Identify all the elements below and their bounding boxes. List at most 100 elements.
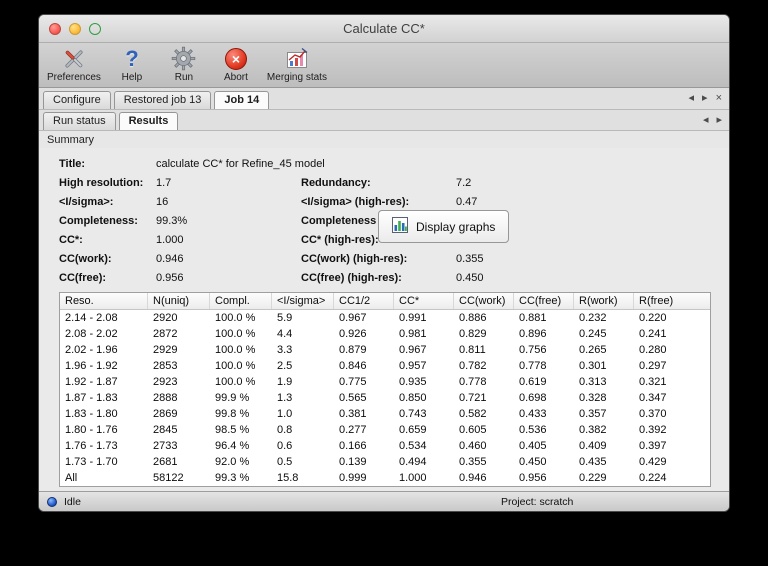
table-row[interactable]: 1.73 - 1.70 2681 92.0 % 0.5 0.139 0.494 0.355 0… — [60, 454, 710, 470]
table-cell: 0.355 — [459, 456, 487, 468]
table-cell: 0.886 — [459, 312, 487, 324]
column-header[interactable]: CC(work) — [454, 293, 514, 309]
table-cell: 2923 — [153, 376, 178, 388]
toolbar-button-help[interactable]: ? Help — [111, 45, 153, 84]
table-row[interactable]: All 58122 99.3 % 15.8 0.999 1.000 0.946 0.956 0.… — [60, 470, 710, 486]
column-header[interactable]: CC(free) — [514, 293, 574, 309]
close-window-button[interactable] — [49, 23, 61, 35]
summary-label: CC(free): — [59, 271, 107, 284]
table-row[interactable]: 1.83 - 1.80 2869 99.8 % 1.0 0.381 0.743 0.582 0… — [60, 406, 710, 422]
column-header[interactable]: Compl. — [210, 293, 272, 309]
result-tab-bar: Run status Results ◂ ▸ — [39, 110, 729, 131]
table-row[interactable]: 1.87 - 1.83 2888 99.9 % 1.3 0.565 0.850 0.721 0… — [60, 390, 710, 406]
table-cell: 0.782 — [459, 360, 487, 372]
tab-configure[interactable]: Configure — [43, 91, 111, 109]
table-cell: 0.896 — [519, 328, 547, 340]
toolbar-label: Merging stats — [266, 72, 327, 83]
table-cell: 100.0 % — [215, 360, 256, 372]
summary-label: Title: — [59, 157, 86, 170]
tab-restored-job-13[interactable]: Restored job 13 — [113, 91, 212, 109]
tab-close-icon[interactable]: × — [716, 91, 722, 105]
tab-job-14[interactable]: Job 14 — [214, 91, 270, 109]
column-header[interactable]: <I/sigma> — [272, 293, 334, 309]
table-cell: 2.08 - 2.02 — [65, 328, 118, 340]
table-cell: 0.224 — [639, 472, 667, 484]
table-row[interactable]: 2.02 - 1.96 2929 100.0 % 3.3 0.879 0.967 0.811… — [60, 342, 710, 358]
toolbar-button-run[interactable]: Run — [163, 45, 205, 84]
display-graphs-button[interactable]: Display graphs — [378, 210, 510, 243]
table-cell: 58122 — [153, 472, 184, 484]
results-table[interactable]: Reso. N(uniq) Compl. <I/sigma> CC1/2 CC* CC(wo… — [59, 292, 711, 487]
column-header[interactable]: N(uniq) — [148, 293, 210, 309]
summary-label: Completeness: — [59, 214, 138, 227]
table-cell: 1.3 — [277, 392, 293, 404]
table-cell: 0.232 — [579, 312, 607, 324]
toolbar-button-preferences[interactable]: Preferences — [47, 45, 101, 84]
table-cell: 1.76 - 1.73 — [65, 440, 118, 452]
table-row[interactable]: 2.08 - 2.02 2872 100.0 % 4.4 0.926 0.981 0.829… — [60, 326, 710, 342]
column-header[interactable]: CC* — [394, 293, 454, 309]
table-cell: 92.0 % — [215, 456, 250, 468]
statusbar: Idle Project: scratch — [39, 491, 729, 511]
minimize-window-button[interactable] — [69, 23, 81, 35]
summary-value: 16 — [156, 195, 169, 208]
table-cell: 0.967 — [339, 312, 367, 324]
merging-stats-icon — [284, 45, 310, 72]
table-cell: 0.370 — [639, 408, 667, 420]
table-cell: 2733 — [153, 440, 178, 452]
tab-scroll-right-icon[interactable]: ▸ — [702, 91, 708, 105]
toolbar-button-abort[interactable]: × Abort — [215, 45, 257, 84]
table-row[interactable]: 2.14 - 2.08 2920 100.0 % 5.9 0.967 0.991 0.886… — [60, 310, 710, 326]
summary-label: Redundancy: — [301, 176, 371, 189]
summary-label: <I/sigma>: — [59, 195, 114, 208]
column-header[interactable]: CC1/2 — [334, 293, 394, 309]
toolbar-label: Help — [121, 72, 143, 83]
column-header[interactable]: R(work) — [574, 293, 634, 309]
table-cell: 0.301 — [579, 360, 607, 372]
table-cell: 0.321 — [639, 376, 667, 388]
toolbar-button-merging-stats[interactable]: Merging stats — [267, 45, 327, 84]
table-cell: 0.721 — [459, 392, 487, 404]
summary-value: 0.450 — [456, 271, 484, 284]
table-cell: 2.02 - 1.96 — [65, 344, 118, 356]
tab-scroll-left-icon[interactable]: ◂ — [703, 113, 709, 127]
table-row[interactable]: 1.76 - 1.73 2733 96.4 % 0.6 0.166 0.534 0.460 0… — [60, 438, 710, 454]
toolbar-label: Run — [174, 72, 194, 83]
tab-scroll-left-icon[interactable]: ◂ — [689, 91, 695, 105]
preferences-icon — [61, 45, 87, 72]
table-cell: 0.582 — [459, 408, 487, 420]
table-row[interactable]: 1.96 - 1.92 2853 100.0 % 2.5 0.846 0.957 0.782… — [60, 358, 710, 374]
table-row[interactable]: 1.92 - 1.87 2923 100.0 % 1.9 0.775 0.935 0.778… — [60, 374, 710, 390]
table-cell: 0.429 — [639, 456, 667, 468]
table-cell: 0.756 — [519, 344, 547, 356]
table-cell: 0.313 — [579, 376, 607, 388]
section-label: Summary — [47, 133, 95, 146]
table-cell: 0.879 — [339, 344, 367, 356]
summary-value: 0.355 — [456, 252, 484, 265]
table-cell: 98.5 % — [215, 424, 250, 436]
column-header[interactable]: R(free) — [634, 293, 710, 309]
table-cell: 15.8 — [277, 472, 299, 484]
tab-run-status[interactable]: Run status — [43, 112, 116, 130]
table-cell: 0.220 — [639, 312, 667, 324]
table-cell: 1.83 - 1.80 — [65, 408, 118, 420]
display-graphs-label: Display graphs — [416, 219, 496, 234]
table-cell: 96.4 % — [215, 440, 250, 452]
tab-results[interactable]: Results — [118, 112, 179, 130]
table-cell: 0.405 — [519, 440, 547, 452]
table-cell: 2.5 — [277, 360, 293, 372]
table-cell: 2888 — [153, 392, 178, 404]
table-cell: 2872 — [153, 328, 178, 340]
tab-scroll-right-icon[interactable]: ▸ — [716, 113, 722, 127]
results-panel: Title: calculate CC* for Refine_45 model H… — [39, 148, 729, 491]
table-cell: 0.6 — [277, 440, 293, 452]
table-cell: 0.957 — [399, 360, 427, 372]
table-cell: 0.409 — [579, 440, 607, 452]
table-cell: 0.435 — [579, 456, 607, 468]
zoom-window-button[interactable] — [89, 23, 101, 35]
column-header[interactable]: Reso. — [60, 293, 148, 309]
job-tab-bar: Configure Restored job 13 Job 14 ◂ ▸ × — [39, 88, 729, 110]
table-row[interactable]: 1.80 - 1.76 2845 98.5 % 0.8 0.277 0.659 0.605 0… — [60, 422, 710, 438]
table-cell: 0.534 — [399, 440, 427, 452]
table-cell: 0.297 — [639, 360, 667, 372]
